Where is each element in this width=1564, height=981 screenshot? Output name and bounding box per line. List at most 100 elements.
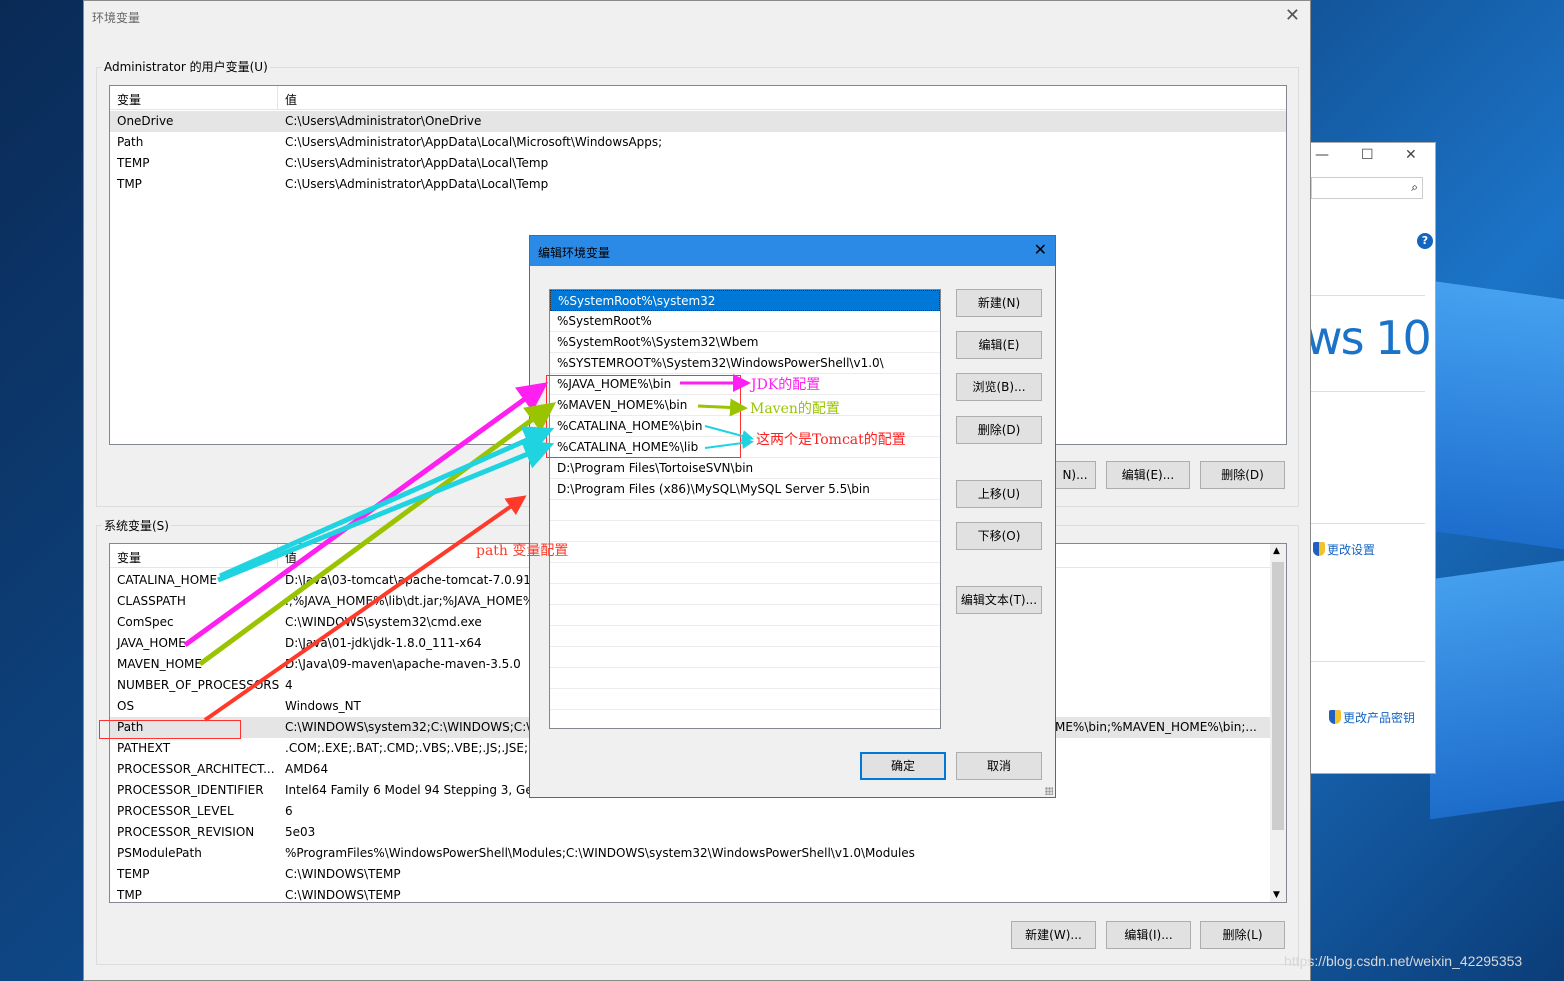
dialog-titlebar[interactable]: 编辑环境变量 ✕ (530, 236, 1055, 266)
user-edit-button[interactable]: 编辑(E)... (1106, 461, 1190, 489)
user-variables-label: Administrator 的用户变量(U) (102, 58, 270, 75)
table-row[interactable]: TMP C:\WINDOWS\TEMP (110, 885, 1286, 902)
wallpaper-pane (1430, 280, 1564, 550)
change-settings-link[interactable]: 更改设置 (1313, 541, 1375, 558)
ok-button[interactable]: 确定 (860, 752, 946, 780)
tomcat-annotation: 这两个是Tomcat的配置 (756, 432, 906, 448)
maximize-icon[interactable]: ☐ (1361, 147, 1374, 163)
resize-grip-icon[interactable] (1045, 787, 1053, 795)
system-new-button[interactable]: 新建(W)... (1011, 921, 1096, 949)
dialog-title: 编辑环境变量 (538, 246, 611, 260)
variable-value: D:\Java\01-jdk\jdk-1.8.0_111-x64 (285, 636, 482, 650)
close-icon[interactable]: ✕ (1285, 5, 1300, 26)
delete-button[interactable]: 删除(D) (956, 416, 1042, 444)
list-item[interactable]: D:\Program Files (x86)\MySQL\MySQL Serve… (550, 479, 940, 500)
variable-value: .;%JAVA_HOME%\lib\dt.jar;%JAVA_HOME% (285, 594, 535, 608)
annotation-path-box (99, 720, 241, 739)
close-icon[interactable]: ✕ (1034, 240, 1047, 259)
empty-list-row[interactable] (550, 584, 940, 605)
column-header-variable[interactable]: 变量 (117, 549, 141, 566)
close-icon[interactable]: ✕ (1405, 147, 1417, 163)
column-header-value[interactable]: 值 (285, 91, 297, 108)
user-new-button[interactable]: N)... (1054, 461, 1096, 489)
column-divider[interactable] (277, 86, 278, 110)
divider (1311, 295, 1425, 296)
column-divider[interactable] (277, 544, 278, 568)
variable-name: TEMP (117, 156, 150, 170)
help-icon[interactable]: ? (1417, 233, 1433, 249)
empty-list-row[interactable] (550, 710, 940, 728)
vertical-scrollbar[interactable]: ▲ ▼ (1270, 544, 1286, 902)
table-row[interactable]: TMP C:\Users\Administrator\AppData\Local\… (110, 174, 1286, 195)
cancel-button[interactable]: 取消 (956, 752, 1042, 780)
system-delete-button[interactable]: 删除(L) (1200, 921, 1285, 949)
variable-name: TMP (117, 177, 142, 191)
variable-value: .COM;.EXE;.BAT;.CMD;.VBS;.VBE;.JS;.JSE;.… (285, 741, 544, 755)
variable-value: AMD64 (285, 762, 329, 776)
divider (1311, 661, 1425, 662)
variable-value: 4 (285, 678, 293, 692)
search-box[interactable]: ⌕ (1311, 177, 1423, 199)
list-item[interactable]: %SystemRoot%\System32\Wbem (550, 332, 940, 353)
divider (1311, 391, 1425, 392)
variable-name: Path (117, 135, 144, 149)
empty-list-row[interactable] (550, 521, 940, 542)
variable-name: TEMP (117, 867, 150, 881)
move-up-button[interactable]: 上移(U) (956, 480, 1042, 508)
system-edit-button[interactable]: 编辑(I)... (1106, 921, 1191, 949)
empty-list-row[interactable] (550, 563, 940, 584)
move-down-button[interactable]: 下移(O) (956, 522, 1042, 550)
path-entries-list[interactable]: %SystemRoot%\system32 %SystemRoot% %System… (549, 289, 941, 729)
table-row[interactable]: PROCESSOR_LEVEL 6 (110, 801, 1286, 822)
path-entry-text: %SYSTEMROOT%\System32\WindowsPowerShell\… (557, 356, 884, 370)
variable-name: CATALINA_HOME (117, 573, 218, 587)
edit-button[interactable]: 编辑(E) (956, 331, 1042, 359)
column-header-variable[interactable]: 变量 (117, 91, 141, 108)
variable-name: OneDrive (117, 114, 174, 128)
edit-text-button[interactable]: 编辑文本(T)... (956, 586, 1042, 614)
edit-environment-variable-dialog: 编辑环境变量 ✕ %SystemRoot%\system32 %SystemRoo… (529, 235, 1056, 798)
user-delete-button[interactable]: 删除(D) (1200, 461, 1285, 489)
empty-list-row[interactable] (550, 542, 940, 563)
scrollbar-thumb[interactable] (1272, 562, 1284, 830)
minimize-icon[interactable]: — (1315, 147, 1329, 163)
variable-name: PATHEXT (117, 741, 171, 755)
table-row[interactable]: OneDrive C:\Users\Administrator\OneDrive (110, 111, 1286, 132)
table-row[interactable]: PSModulePath %ProgramFiles%\WindowsPowerS… (110, 843, 1286, 864)
scroll-down-icon[interactable]: ▼ (1273, 890, 1280, 900)
variable-value: C:\Users\Administrator\OneDrive (285, 114, 482, 128)
empty-list-row[interactable] (550, 647, 940, 668)
list-item[interactable]: %SYSTEMROOT%\System32\WindowsPowerShell\… (550, 353, 940, 374)
list-item[interactable]: %SystemRoot% (550, 311, 940, 332)
variable-name: CLASSPATH (117, 594, 186, 608)
change-product-key-link[interactable]: 更改产品密钥 (1329, 709, 1415, 726)
path-annotation: path 变量配置 (476, 543, 569, 559)
variable-name: MAVEN_HOME (117, 657, 202, 671)
scroll-up-icon[interactable]: ▲ (1273, 546, 1280, 556)
system-variables-label: 系统变量(S) (102, 517, 171, 534)
variable-name: ComSpec (117, 615, 174, 629)
new-button[interactable]: 新建(N) (956, 289, 1042, 317)
variable-value: C:\WINDOWS\TEMP (285, 888, 401, 902)
table-row[interactable]: TEMP C:\Users\Administrator\AppData\Local… (110, 153, 1286, 174)
variable-name: PROCESSOR_ARCHITECT... (117, 762, 275, 776)
desktop-wallpaper (1430, 280, 1564, 830)
list-item[interactable]: %SystemRoot%\system32 (550, 290, 940, 311)
variable-value: 6 (285, 804, 293, 818)
table-row[interactable]: Path C:\Users\Administrator\AppData\Local… (110, 132, 1286, 153)
variable-value: C:\WINDOWS\TEMP (285, 867, 401, 881)
maven-annotation: Maven的配置 (750, 401, 840, 417)
empty-list-row[interactable] (550, 626, 940, 647)
column-header-value[interactable]: 值 (285, 549, 297, 566)
empty-list-row[interactable] (550, 668, 940, 689)
variable-name: PSModulePath (117, 846, 202, 860)
table-row[interactable]: PROCESSOR_REVISION 5e03 (110, 822, 1286, 843)
list-item[interactable]: D:\Program Files\TortoiseSVN\bin (550, 458, 940, 479)
empty-list-row[interactable] (550, 689, 940, 710)
path-entry-text: D:\Program Files\TortoiseSVN\bin (557, 461, 754, 475)
table-row[interactable]: TEMP C:\WINDOWS\TEMP (110, 864, 1286, 885)
empty-list-row[interactable] (550, 500, 940, 521)
empty-list-row[interactable] (550, 605, 940, 626)
variable-value: C:\WINDOWS\system32\cmd.exe (285, 615, 482, 629)
browse-button[interactable]: 浏览(B)... (956, 373, 1042, 401)
